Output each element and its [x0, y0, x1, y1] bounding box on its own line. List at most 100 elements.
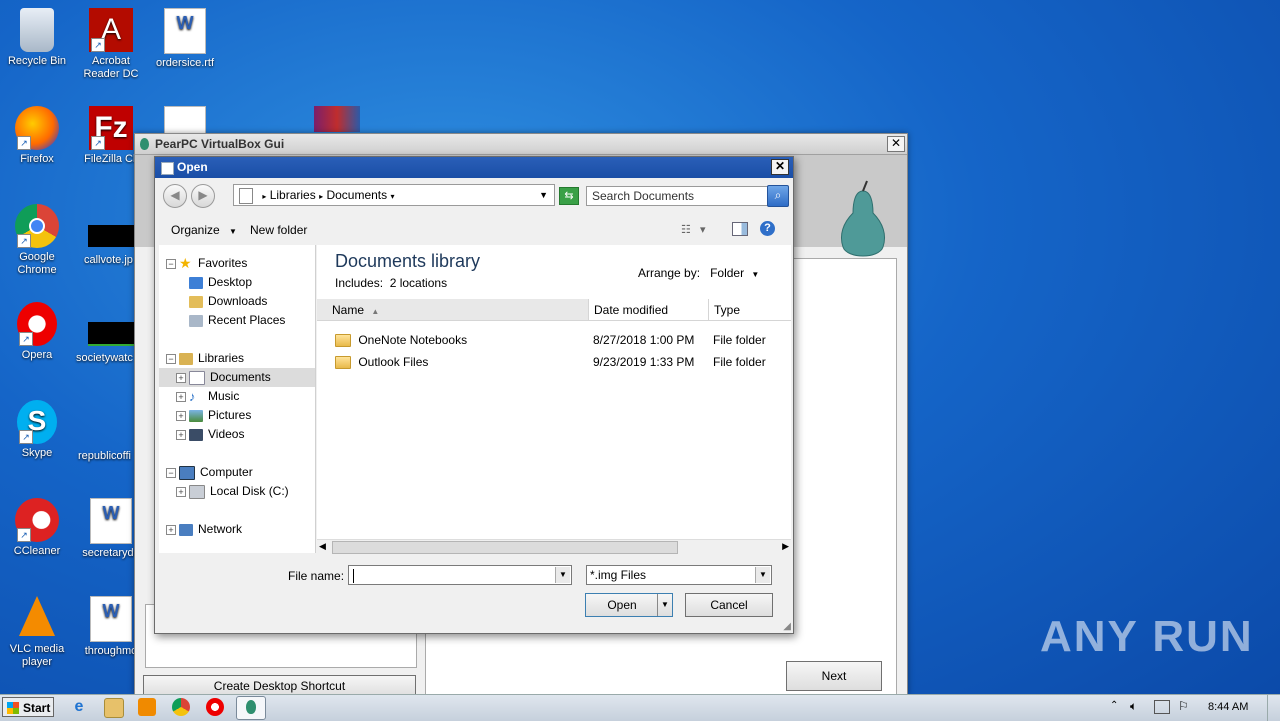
nav-favorites[interactable]: ★ Favorites [179, 254, 247, 272]
collapse-icon[interactable]: − [166, 354, 176, 364]
action-center-flag-icon[interactable]: ⚐ [1178, 699, 1189, 713]
expand-icon[interactable]: + [166, 525, 176, 535]
back-icon[interactable]: ◀ [163, 184, 187, 208]
scroll-left-icon[interactable]: ◀ [319, 541, 326, 552]
nav-desktop[interactable]: Desktop [189, 273, 252, 291]
rtf-file-icon-2[interactable] [164, 106, 206, 134]
vlc-icon[interactable]: VLC media player [0, 596, 74, 669]
next-button[interactable]: Next [786, 661, 882, 691]
expand-icon[interactable]: + [176, 373, 186, 383]
cancel-button[interactable]: Cancel [685, 593, 773, 617]
column-header-type[interactable]: Type [709, 299, 791, 321]
show-hidden-icons-icon[interactable]: ⌃ [1110, 700, 1118, 711]
nav-recent-places[interactable]: Recent Places [189, 311, 285, 329]
collapse-icon[interactable]: − [166, 259, 176, 269]
dropdown-arrow-icon[interactable]: ▼ [555, 567, 570, 583]
expand-icon[interactable]: + [176, 487, 186, 497]
icon-label: CCleaner [13, 545, 61, 557]
close-icon[interactable]: ✕ [887, 136, 905, 152]
search-icon[interactable]: ⌕ [767, 185, 789, 207]
dialog-titlebar[interactable]: Open ✕ [155, 157, 793, 178]
view-options-icon[interactable]: ☷ ▾ [681, 223, 706, 236]
breadcrumb-libraries[interactable]: Libraries [270, 188, 316, 202]
firefox-icon[interactable]: ↗ Firefox [0, 106, 74, 166]
file-list-pane: Documents library Includes: 2 locations … [317, 245, 791, 553]
clock[interactable]: 8:44 AM [1208, 701, 1248, 713]
expand-icon[interactable]: + [176, 430, 186, 440]
refresh-icon[interactable]: ⇆ [559, 187, 579, 205]
forward-icon[interactable]: ▶ [191, 184, 215, 208]
pear-logo-icon [840, 180, 886, 257]
ccleaner-icon[interactable]: ↗ CCleaner [0, 498, 74, 558]
rtf-file-icon[interactable]: W ordersice.rtf [148, 8, 222, 70]
file-name-label: File name: [288, 569, 345, 583]
file-date: 9/23/2019 1:33 PM [593, 355, 695, 369]
chrome-icon[interactable]: ↗ Google Chrome [0, 204, 74, 277]
societywatch-thumbnail[interactable] [88, 322, 134, 346]
skype-icon[interactable]: S ↗ Skype [0, 400, 74, 460]
media-player-icon[interactable] [138, 698, 156, 716]
opera-taskbar-icon[interactable] [206, 698, 224, 716]
expand-icon[interactable]: + [176, 411, 186, 421]
horizontal-scrollbar[interactable]: ◀ ▶ [317, 539, 791, 555]
file-date: 8/27/2018 1:00 PM [593, 333, 695, 347]
nav-computer[interactable]: Computer [179, 463, 253, 481]
nav-network[interactable]: Network [179, 520, 242, 538]
file-name: Outlook Files [358, 355, 429, 369]
winrar-icon[interactable] [314, 106, 360, 132]
network-tray-icon[interactable] [1154, 700, 1170, 714]
nav-downloads[interactable]: Downloads [189, 292, 267, 310]
icon-label: secretaryde [82, 547, 140, 559]
icon-label: Opera [21, 349, 53, 361]
expand-icon[interactable]: + [176, 392, 186, 402]
windows-logo-icon [7, 702, 19, 714]
explorer-icon[interactable] [104, 698, 124, 718]
arrange-by-dropdown[interactable]: Folder ▼ [710, 266, 759, 280]
library-includes: Includes: 2 locations [335, 276, 448, 290]
address-dropdown-icon[interactable]: ▼ [539, 185, 548, 205]
new-folder-button[interactable]: New folder [250, 223, 307, 237]
scroll-right-icon[interactable]: ▶ [782, 541, 789, 552]
open-button[interactable]: Open ▼ [585, 593, 673, 617]
icon-label: FileZilla Cli [84, 153, 138, 165]
show-desktop-button[interactable] [1267, 695, 1280, 721]
file-name: OneNote Notebooks [358, 333, 468, 347]
column-header-name[interactable]: Name ▲ [317, 299, 589, 321]
dialog-title: Open [177, 160, 208, 174]
callvote-thumbnail[interactable] [88, 225, 134, 247]
file-row[interactable]: OneNote Notebooks 8/27/2018 1:00 PM File… [335, 330, 785, 350]
resize-grip-icon[interactable]: ◢ [783, 621, 791, 632]
volume-icon[interactable]: 🔈︎ [1130, 699, 1137, 714]
nav-libraries[interactable]: Libraries [179, 349, 244, 367]
organize-button[interactable]: Organize ▼ [171, 223, 237, 237]
close-icon[interactable]: ✕ [771, 159, 789, 175]
start-button[interactable]: Start [2, 697, 54, 717]
column-header-date[interactable]: Date modified [589, 299, 709, 321]
nav-videos[interactable]: Videos [189, 425, 244, 443]
internet-explorer-icon[interactable]: e [70, 698, 88, 716]
dropdown-arrow-icon[interactable]: ▼ [755, 567, 770, 583]
locations-link[interactable]: 2 locations [390, 276, 447, 290]
pearpc-titlebar[interactable]: PearPC VirtualBox Gui [135, 134, 907, 155]
address-bar[interactable]: ▸ Libraries ▸ Documents ▾ ▼ [233, 184, 555, 206]
pearpc-taskbar-icon[interactable] [236, 696, 266, 720]
breadcrumb-documents[interactable]: Documents [326, 188, 387, 202]
nav-documents[interactable]: Documents [189, 368, 271, 386]
scrollbar-thumb[interactable] [332, 541, 678, 554]
local-disk-icon [189, 484, 205, 499]
file-type-filter[interactable]: *.img Files ▼ [586, 565, 772, 585]
collapse-icon[interactable]: − [166, 468, 176, 478]
acrobat-reader-icon[interactable]: A ↗ Acrobat Reader DC [74, 8, 148, 81]
search-input[interactable]: Search Documents [586, 186, 770, 206]
chrome-taskbar-icon[interactable] [172, 698, 190, 716]
nav-local-disk[interactable]: Local Disk (C:) [189, 482, 289, 500]
opera-icon[interactable]: ↗ Opera [0, 302, 74, 362]
file-name-input[interactable]: ▼ [348, 565, 572, 585]
preview-pane-icon[interactable] [732, 222, 748, 236]
help-icon[interactable]: ? [760, 221, 775, 236]
nav-pictures[interactable]: Pictures [189, 406, 251, 424]
file-row[interactable]: Outlook Files 9/23/2019 1:33 PM File fol… [335, 352, 785, 372]
nav-music[interactable]: ♪ Music [189, 387, 239, 405]
open-split-arrow-icon[interactable]: ▼ [657, 594, 672, 616]
recycle-bin-icon[interactable]: Recycle Bin [0, 8, 74, 68]
